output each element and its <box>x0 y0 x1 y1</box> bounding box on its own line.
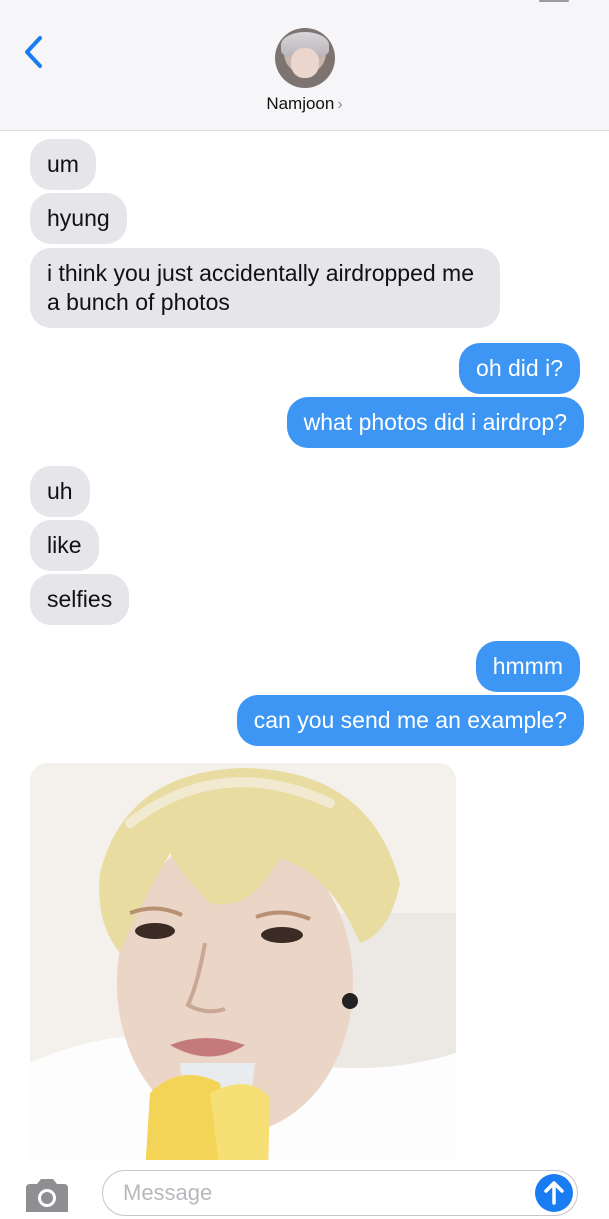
conversation-header: Namjoon › <box>0 0 609 131</box>
photo-attachment[interactable] <box>30 763 456 1171</box>
incoming-message[interactable]: i think you just accidentally airdropped… <box>30 248 500 328</box>
status-bar-edge <box>539 0 569 2</box>
message-composer <box>0 1160 609 1216</box>
chevron-left-icon <box>25 36 42 68</box>
incoming-message[interactable]: um <box>30 139 96 190</box>
incoming-message[interactable]: uh <box>30 466 90 517</box>
avatar-face-shape <box>291 48 319 78</box>
contact-avatar[interactable] <box>275 28 335 88</box>
selfie-photo <box>30 763 456 1171</box>
contact-name-button[interactable]: Namjoon › <box>0 94 609 114</box>
send-button[interactable] <box>535 1174 573 1212</box>
incoming-message[interactable]: like <box>30 520 99 571</box>
outgoing-message[interactable]: what photos did i airdrop? <box>286 397 584 448</box>
chevron-right-icon: › <box>337 96 343 113</box>
message-input[interactable] <box>102 1170 578 1216</box>
outgoing-message[interactable]: hmmm <box>475 641 580 692</box>
arrow-up-icon <box>544 1181 564 1205</box>
outgoing-message[interactable]: can you send me an example? <box>236 695 584 746</box>
back-button[interactable] <box>18 30 58 74</box>
contact-name: Namjoon <box>266 94 335 113</box>
outgoing-message[interactable]: oh did i? <box>459 343 580 394</box>
incoming-message[interactable]: selfies <box>30 574 130 625</box>
message-thread[interactable]: um hyung i think you just accidentally a… <box>0 131 609 1171</box>
incoming-message[interactable]: hyung <box>30 193 127 244</box>
camera-icon <box>26 1179 68 1212</box>
camera-button[interactable] <box>22 1178 72 1214</box>
